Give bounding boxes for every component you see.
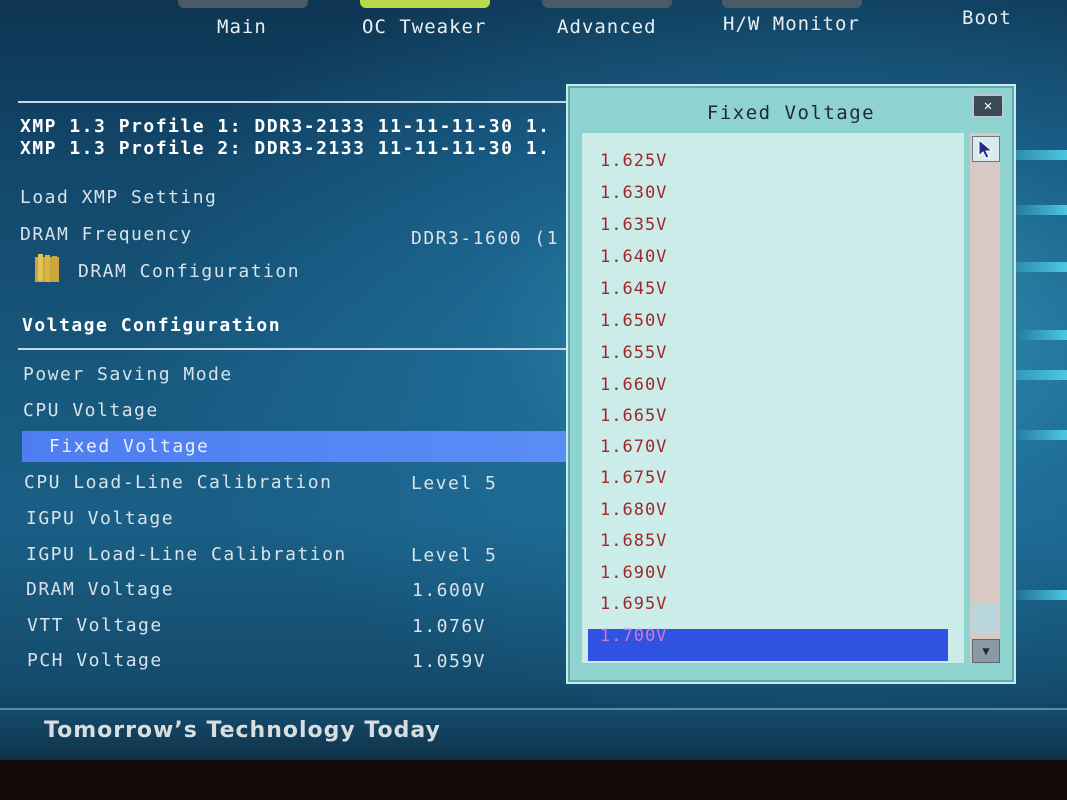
power-saving-mode[interactable]: Power Saving Mode <box>23 364 233 385</box>
list-item[interactable]: 1.650V <box>600 311 667 331</box>
list-item[interactable]: 1.660V <box>600 375 667 395</box>
list-item[interactable]: 1.695V <box>600 594 667 614</box>
xmp-profile-1: XMP 1.3 Profile 1: DDR3-2133 11-11-11-30… <box>20 116 551 137</box>
scroll-down-button[interactable]: ▼ <box>972 639 1000 663</box>
list-item[interactable]: 1.640V <box>600 247 667 267</box>
vtt-voltage-label[interactable]: VTT Voltage <box>27 615 163 636</box>
list-item[interactable]: 1.680V <box>600 500 667 520</box>
igpu-llc-value[interactable]: Level 5 <box>411 545 497 566</box>
list-item[interactable]: 1.675V <box>600 468 667 488</box>
dram-frequency-value[interactable]: DDR3-1600 (1 <box>411 228 559 249</box>
tab-cap <box>722 0 862 8</box>
list-item[interactable]: 1.655V <box>600 343 667 363</box>
decor-streak <box>1012 430 1067 440</box>
tab-advanced[interactable]: Advanced <box>557 16 657 38</box>
list-item[interactable]: 1.670V <box>600 437 667 457</box>
igpu-voltage[interactable]: IGPU Voltage <box>26 508 174 529</box>
chevron-down-icon: ▼ <box>982 644 990 658</box>
igpu-llc-label[interactable]: IGPU Load-Line Calibration <box>26 544 347 565</box>
list-item[interactable]: 1.625V <box>600 151 667 171</box>
close-button[interactable]: ✕ <box>972 94 1004 118</box>
list-item-selected[interactable]: 1.700V <box>600 626 667 646</box>
list-item[interactable]: 1.665V <box>600 406 667 426</box>
load-xmp-setting[interactable]: Load XMP Setting <box>20 187 217 208</box>
tab-oc-tweaker[interactable]: OC Tweaker <box>362 16 486 38</box>
scroll-up-button[interactable] <box>972 136 1000 162</box>
popup-title: Fixed Voltage <box>706 102 876 124</box>
mouse-cursor-icon <box>978 138 994 159</box>
divider <box>18 348 566 350</box>
list-item[interactable]: 1.635V <box>600 215 667 235</box>
monitor-bezel <box>0 760 1067 800</box>
tab-boot[interactable]: Boot <box>962 7 1012 29</box>
tab-hw-monitor[interactable]: H/W Monitor <box>723 13 860 35</box>
voltage-option-list: 1.625V 1.630V 1.635V 1.640V 1.645V 1.650… <box>582 133 964 663</box>
decor-streak <box>1007 205 1067 215</box>
footer-slogan: Tomorrow’s Technology Today <box>44 718 441 743</box>
tab-cap <box>178 0 308 8</box>
fixed-voltage-popup: Fixed Voltage ✕ 1.625V 1.630V 1.635V 1.6… <box>566 84 1016 684</box>
list-item[interactable]: 1.690V <box>600 563 667 583</box>
bios-screen: Main OC Tweaker Advanced H/W Monitor Boo… <box>0 0 1067 800</box>
fixed-voltage-row[interactable]: Fixed Voltage <box>49 436 209 457</box>
decor-streak <box>1007 590 1067 600</box>
list-item[interactable]: 1.645V <box>600 279 667 299</box>
list-item[interactable]: 1.630V <box>600 183 667 203</box>
tab-cap-active <box>360 0 490 8</box>
scrollbar-track[interactable] <box>970 133 1000 663</box>
xmp-profile-2: XMP 1.3 Profile 2: DDR3-2133 11-11-11-30… <box>20 138 551 159</box>
tab-main[interactable]: Main <box>217 16 267 38</box>
cpu-llc-value[interactable]: Level 5 <box>411 473 497 494</box>
cpu-llc-label[interactable]: CPU Load-Line Calibration <box>24 472 332 493</box>
list-item[interactable]: 1.685V <box>600 531 667 551</box>
dram-configuration[interactable]: DRAM Configuration <box>78 261 300 282</box>
dram-voltage-label[interactable]: DRAM Voltage <box>26 579 174 600</box>
pch-voltage-label[interactable]: PCH Voltage <box>27 650 163 671</box>
vtt-voltage-value[interactable]: 1.076V <box>412 616 486 637</box>
dram-voltage-value[interactable]: 1.600V <box>412 580 486 601</box>
cpu-voltage[interactable]: CPU Voltage <box>23 400 159 421</box>
top-tab-bar: Main OC Tweaker Advanced H/W Monitor Boo… <box>0 0 1067 44</box>
pch-voltage-value[interactable]: 1.059V <box>412 651 486 672</box>
scrollbar-thumb[interactable] <box>972 604 998 634</box>
decor-streak <box>1017 330 1067 340</box>
voltage-configuration-heading: Voltage Configuration <box>22 315 282 336</box>
divider <box>18 101 566 103</box>
tab-cap <box>542 0 672 8</box>
folder-icon <box>35 254 59 282</box>
dram-frequency-label[interactable]: DRAM Frequency <box>20 224 193 245</box>
